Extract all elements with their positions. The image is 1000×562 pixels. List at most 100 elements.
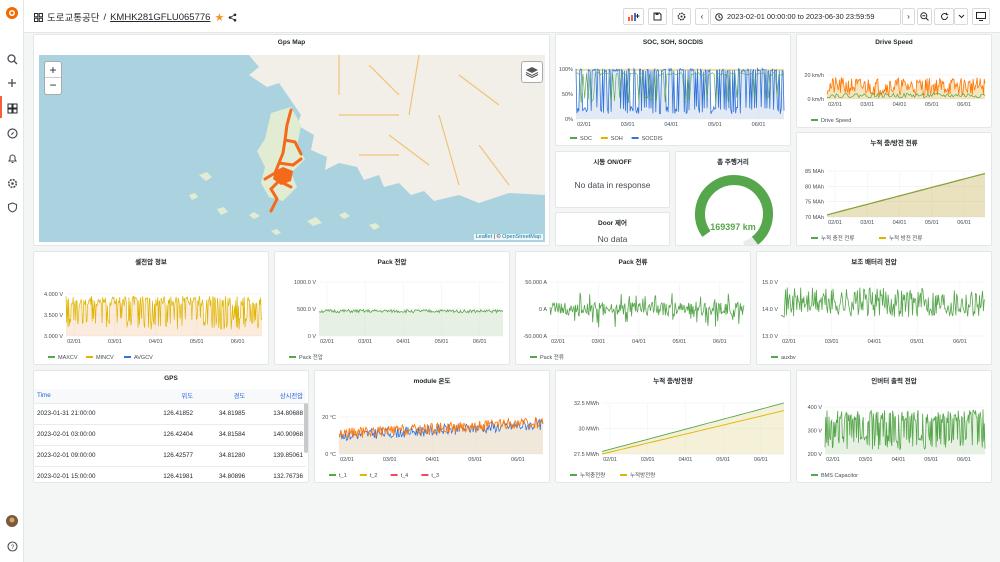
legend-item[interactable]: SOCDIS xyxy=(642,136,663,142)
time-forward-button[interactable]: › xyxy=(902,8,915,25)
table-cell: 126.42404 xyxy=(138,424,197,446)
chevron-down-icon xyxy=(958,14,964,19)
y-tick-label: 0 A xyxy=(539,307,547,313)
legend-item[interactable]: SOC xyxy=(580,136,592,142)
help-icon[interactable]: ? xyxy=(5,539,19,553)
legend-item[interactable]: 누적방전량 xyxy=(630,471,655,479)
chart-svg[interactable]: 4.000 V 3.500 V 3.000 V 02/01 03/01 04/01 05/0… xyxy=(34,252,268,364)
chart-svg[interactable]: 50.000 A 0 A -50.000 A 02/01 03/01 04/01 05/01… xyxy=(516,252,750,364)
chart-svg[interactable]: 20 km/h0 km/h02/01 03/01 04/01 05/01 06/01Dr… xyxy=(797,35,991,127)
leaflet-link[interactable]: Leaflet xyxy=(476,234,493,240)
x-tick-label: 05/01 xyxy=(924,457,938,463)
legend-item[interactable]: SOH xyxy=(611,136,623,142)
add-panel-button[interactable] xyxy=(623,8,644,25)
column-header-lon[interactable]: 경도 xyxy=(196,389,249,404)
legend-item[interactable]: MAXCV xyxy=(58,355,78,361)
gear-icon[interactable] xyxy=(5,176,19,190)
legend-item[interactable]: t_2 xyxy=(370,473,378,479)
legend-item[interactable]: AVGCV xyxy=(134,355,153,361)
dashboards-icon[interactable] xyxy=(5,101,19,115)
table-scrollbar[interactable] xyxy=(304,403,308,453)
legend-swatch xyxy=(48,356,55,358)
top-navbar: 도로교통공단 / KMHK281GFLU065776 ★ ‹ 2023-02-0… xyxy=(24,0,1000,33)
chart-svg[interactable]: 400 V 300 V 200 V02/01 03/01 04/01 05/01 06/01… xyxy=(797,371,991,482)
time-range-picker[interactable]: 2023-02-01 00:00:00 to 2023-06-30 23:59:… xyxy=(710,8,901,25)
legend-item[interactable]: 누적충전량 xyxy=(580,471,605,479)
y-tick-label: 20 °C xyxy=(322,415,336,421)
pack-voltage-panel: Pack 전압 1000.0 V 500.0 V 0 V 02/01 03/01 04/01… xyxy=(274,251,510,365)
column-header-lat[interactable]: 위도 xyxy=(138,389,197,404)
no-data-message: No data xyxy=(597,234,628,244)
legend-item[interactable]: BMS Capacitor xyxy=(821,473,858,479)
layers-icon[interactable] xyxy=(521,61,543,83)
grafana-logo-icon[interactable] xyxy=(5,6,19,20)
x-tick-label: 06/01 xyxy=(752,122,766,128)
legend-item[interactable]: Pack 전압 xyxy=(299,353,323,361)
x-tick-label: 02/01 xyxy=(828,220,842,226)
chart-svg[interactable]: 1000.0 V 500.0 V 0 V02/01 03/01 04/01 05/01 06… xyxy=(275,252,509,364)
refresh-interval-dropdown[interactable] xyxy=(954,8,968,25)
table-cell: 126.42577 xyxy=(138,445,197,467)
svg-text:?: ? xyxy=(10,544,14,551)
table-row[interactable]: 2023-01-31 21:00:00 126.41852 34.81985 134.… xyxy=(34,403,306,425)
legend-item[interactable]: 누적 방전 전류 xyxy=(889,234,922,242)
x-tick-label: 02/01 xyxy=(782,339,796,345)
zoom-out-button[interactable]: − xyxy=(45,78,61,94)
legend-item[interactable]: Drive Speed xyxy=(821,118,851,124)
y-tick-label: 500.0 V xyxy=(297,307,316,313)
legend-item[interactable]: MINCV xyxy=(96,355,114,361)
table-row[interactable]: 2023-02-01 09:00:00 126.42577 34.81280 139.… xyxy=(34,445,306,467)
legend-swatch xyxy=(811,119,818,121)
y-tick-label: 13.0 V xyxy=(762,334,778,340)
table-row[interactable]: 2023-02-01 03:00:00 126.42404 34.81584 140.… xyxy=(34,424,306,446)
search-icon[interactable] xyxy=(5,52,19,66)
save-icon[interactable] xyxy=(648,8,667,25)
legend-item[interactable]: t_1 xyxy=(339,473,347,479)
y-tick-label: 100% xyxy=(559,67,573,73)
avatar[interactable] xyxy=(5,514,19,528)
column-header-voltage[interactable]: 상시전압 xyxy=(248,389,306,404)
settings-gear-icon[interactable] xyxy=(672,8,691,25)
star-icon[interactable]: ★ xyxy=(214,11,224,24)
table-cell: 140.90968 xyxy=(248,424,306,446)
x-tick-label: 06/01 xyxy=(713,339,727,345)
plus-icon[interactable] xyxy=(5,76,19,90)
chart-svg[interactable]: 20 °C 0 °C 02/01 03/01 04/01 05/01 06/01 t_1 t_2… xyxy=(315,371,549,482)
x-tick-label: 02/01 xyxy=(67,339,81,345)
y-tick-label: 50.000 A xyxy=(525,280,547,286)
shield-icon[interactable] xyxy=(5,200,19,214)
legend-item[interactable]: t_3 xyxy=(431,473,439,479)
y-tick-label: 50% xyxy=(562,92,573,98)
zoom-in-button[interactable]: + xyxy=(45,62,61,78)
x-tick-label: 05/01 xyxy=(910,339,924,345)
legend-item[interactable]: t_4 xyxy=(401,473,409,479)
legend-item[interactable]: Pack 전류 xyxy=(540,353,564,361)
chart-svg[interactable]: 15.0 V 14.0 V 13.0 V 02/01 03/01 04/01 05/01 06… xyxy=(757,252,991,364)
column-header-time[interactable]: Time xyxy=(34,389,139,404)
alerting-bell-icon[interactable] xyxy=(5,151,19,165)
explore-icon[interactable] xyxy=(5,126,19,140)
gps-table: Time 위도 경도 상시전압 2023-01-31 21:00:00 126.4… xyxy=(34,389,306,482)
x-tick-label: 06/01 xyxy=(957,220,971,226)
refresh-icon[interactable] xyxy=(934,8,954,25)
tv-mode-icon[interactable] xyxy=(972,8,990,25)
panel-title: Door 제어 xyxy=(598,220,627,227)
zoom-out-icon[interactable] xyxy=(917,8,932,25)
attribution-separator: | © xyxy=(492,234,503,240)
folder-link[interactable]: 도로교통공단 xyxy=(47,10,99,24)
time-back-button[interactable]: ‹ xyxy=(695,8,709,25)
table-cell: 139.85061 xyxy=(248,445,306,467)
dashboard-title[interactable]: KMHK281GFLU065776 xyxy=(110,12,210,23)
share-icon[interactable] xyxy=(228,13,237,22)
gps-table-scroll[interactable]: Time 위도 경도 상시전압 2023-01-31 21:00:00 126.4… xyxy=(34,389,306,482)
chart-svg[interactable]: 85 MAh 80 MAh 75 MAh 70 MAh 02/01 03/01 04/01 0… xyxy=(797,133,991,245)
total-distance-panel: 총 주행거리 169397 km xyxy=(675,151,791,246)
legend-item[interactable]: 누적 충전 전류 xyxy=(821,234,854,242)
chart-svg[interactable]: 100% 50% 0% 02/01 03/01 04/01 05/01 06/01 SOC SOH… xyxy=(556,35,790,145)
chart-svg[interactable]: 32.5 MWh 30 MWh 27.5 MWh 02/01 03/01 04/01 05/… xyxy=(556,371,790,482)
gps-map-panel: Gps Map + − Leaflet | © OpenStreetMap xyxy=(33,34,550,246)
map-view[interactable] xyxy=(39,55,545,242)
legend-item[interactable]: auxbv xyxy=(781,355,796,361)
osm-link[interactable]: OpenStreetMap xyxy=(502,234,541,240)
table-row[interactable]: 2023-02-01 15:00:00 126.41981 34.80896 132.… xyxy=(34,466,306,482)
